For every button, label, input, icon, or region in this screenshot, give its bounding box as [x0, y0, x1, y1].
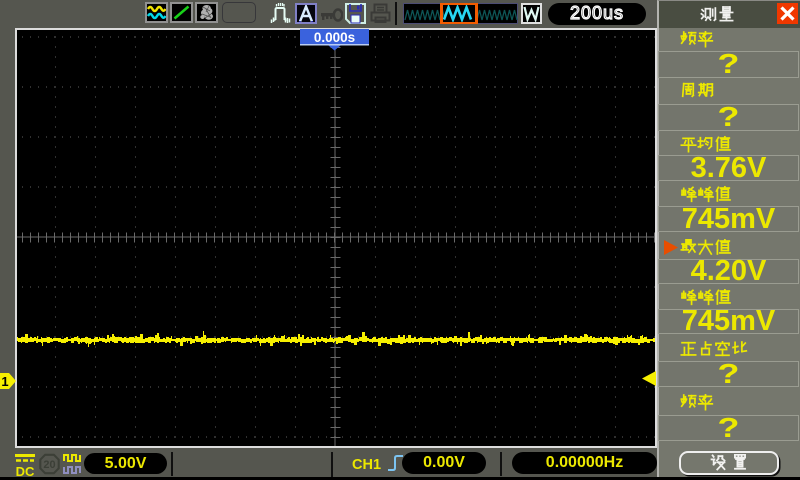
svg-text:1: 1	[1, 374, 8, 389]
svg-text:DC: DC	[16, 464, 35, 478]
svg-text:20: 20	[43, 459, 55, 471]
